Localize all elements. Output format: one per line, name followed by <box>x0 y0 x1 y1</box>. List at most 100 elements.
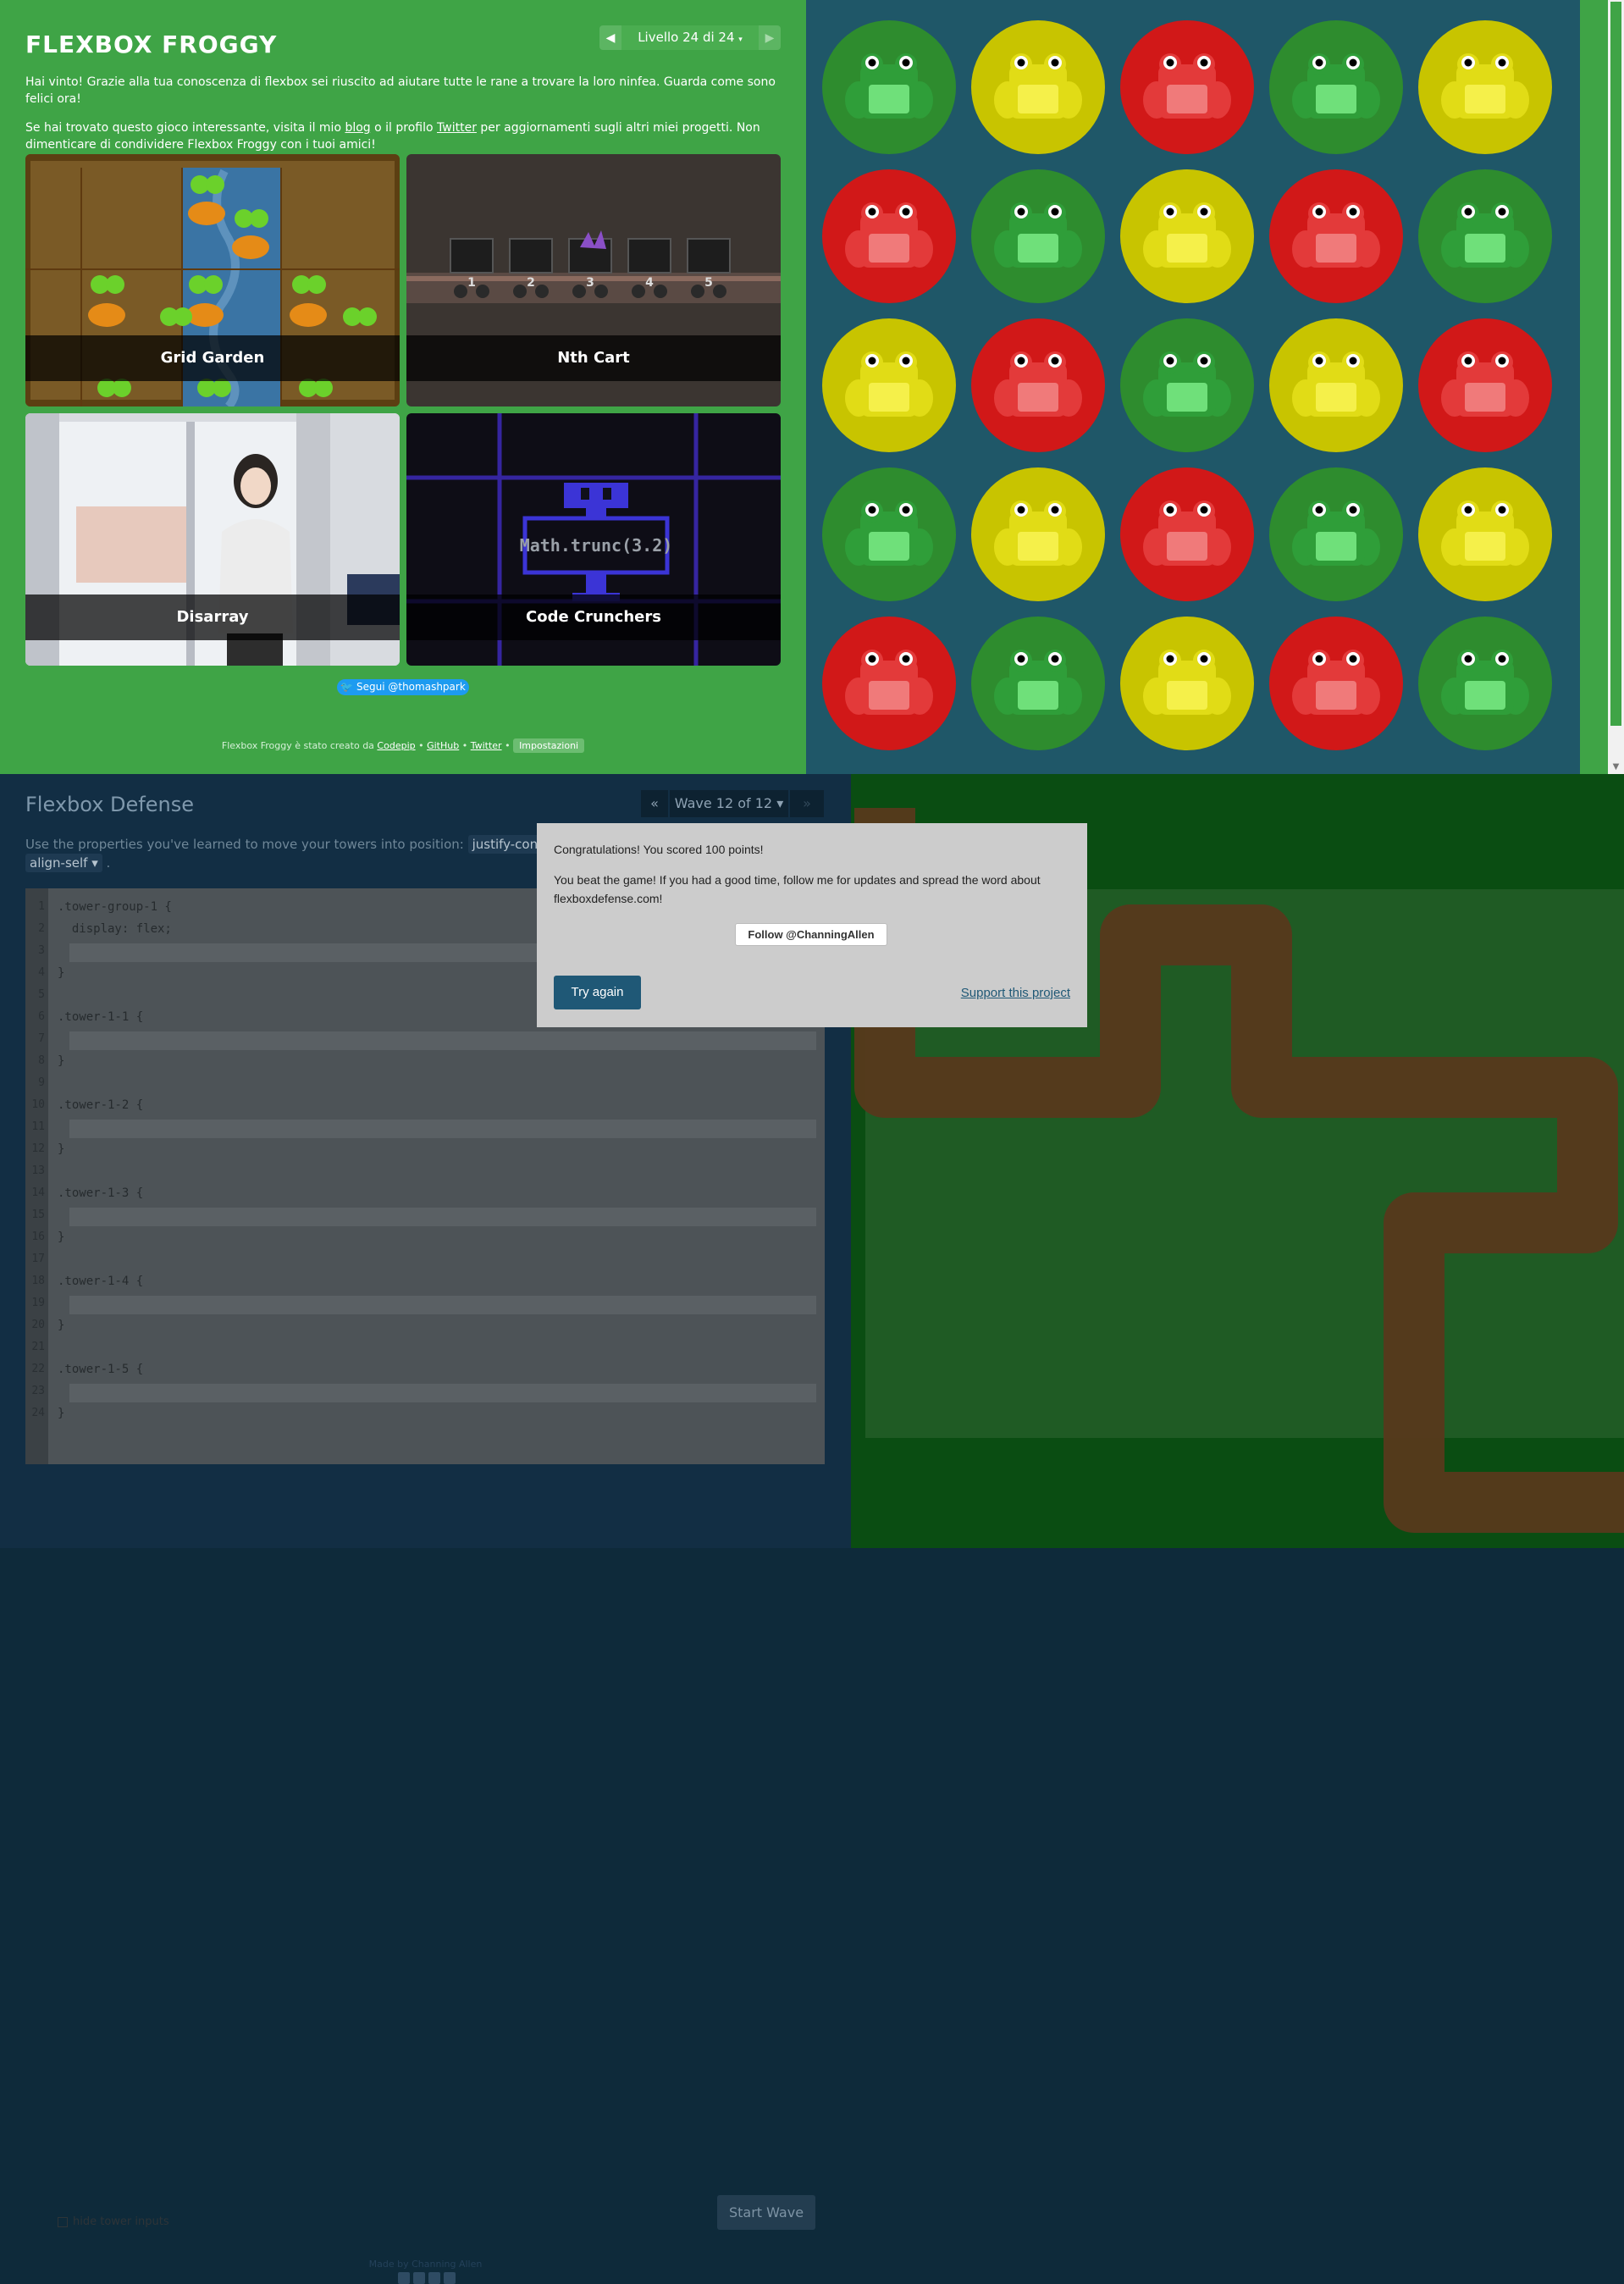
scroll-down-icon[interactable]: ▼ <box>1611 762 1621 772</box>
game-label: Code Crunchers <box>406 595 781 640</box>
level-selector[interactable]: ◀ Livello 24 di 24 ▾ ▶ <box>599 25 781 50</box>
yellow-frog <box>1292 351 1380 417</box>
wave-selector: « Wave 12 of 12 ▾ » <box>641 790 826 817</box>
line-number: 6 <box>38 1010 45 1023</box>
red-frog <box>1143 500 1231 566</box>
cart-number: 3 <box>586 276 594 290</box>
code-line: } <box>58 1142 65 1156</box>
line-number: 4 <box>38 966 45 979</box>
green-frog <box>1441 202 1529 268</box>
github-icon[interactable] <box>444 2272 456 2284</box>
green-frog <box>1143 351 1231 417</box>
line-number: 21 <box>31 1341 45 1353</box>
line-number: 10 <box>31 1098 45 1111</box>
next-wave-button[interactable]: » <box>790 790 824 817</box>
red-frog <box>1143 53 1231 119</box>
twitter-link[interactable]: Twitter <box>437 121 477 135</box>
scrollbar-thumb[interactable] <box>1610 2 1621 726</box>
game-tile-code-crunchers[interactable]: Math.trunc(3.2) Code Crunchers <box>406 413 781 666</box>
promo-message: Se hai trovato questo gioco interessante… <box>25 121 760 152</box>
codepip-link[interactable]: Codepip <box>377 740 415 751</box>
footer-twitter-link[interactable]: Twitter <box>471 740 502 751</box>
red-frog <box>1292 650 1380 715</box>
line-number: 23 <box>31 1385 45 1397</box>
other-games: Grid Garden 1 2 3 4 5 Nth Cart Disarray … <box>25 154 781 666</box>
line-number: 13 <box>31 1164 45 1177</box>
start-wave-button[interactable]: Start Wave <box>717 2195 815 2230</box>
css-input[interactable] <box>69 1296 816 1314</box>
line-number: 1 <box>38 900 45 913</box>
game-tile-grid-garden[interactable]: Grid Garden <box>25 154 400 406</box>
level-dropdown[interactable]: Livello 24 di 24 ▾ <box>621 25 759 50</box>
game-label: Grid Garden <box>25 335 400 381</box>
code-cruncher-expression: Math.trunc(3.2) <box>520 535 673 556</box>
css-input[interactable] <box>69 1031 816 1050</box>
red-frog <box>845 650 933 715</box>
settings-button[interactable]: Impostazioni <box>513 738 585 753</box>
cart-number: 4 <box>645 276 654 290</box>
caret-down-icon: ▾ <box>738 36 743 44</box>
hide-inputs-toggle[interactable]: hide tower inputs <box>58 2215 169 2228</box>
code-line: } <box>58 966 65 980</box>
pond <box>806 0 1580 774</box>
green-frog <box>845 53 933 119</box>
css-input[interactable] <box>69 1208 816 1226</box>
prev-level-button[interactable]: ◀ <box>599 25 621 50</box>
line-number: 8 <box>38 1054 45 1067</box>
game-tile-disarray[interactable]: Disarray <box>25 413 400 666</box>
support-link[interactable]: Support this project <box>961 986 1070 1000</box>
yellow-frog <box>1441 500 1529 566</box>
css-input[interactable] <box>69 1384 816 1402</box>
checkbox[interactable] <box>58 2216 68 2227</box>
code-line: .tower-1-4 { <box>58 1275 144 1288</box>
scrollbar[interactable]: ▲ ▼ <box>1608 0 1624 774</box>
github-link[interactable]: GitHub <box>427 740 459 751</box>
linkedin-icon[interactable] <box>428 2272 440 2284</box>
try-again-button[interactable]: Try again <box>554 976 641 1009</box>
green-frog <box>845 500 933 566</box>
game-label: Disarray <box>25 595 400 640</box>
score-message: Congratulations! You scored 100 points! <box>554 843 764 856</box>
line-number: 7 <box>38 1032 45 1045</box>
yellow-frog <box>1143 202 1231 268</box>
line-number: 24 <box>31 1407 45 1419</box>
css-input[interactable] <box>69 1120 816 1138</box>
green-frog <box>1441 650 1529 715</box>
made-by: Made by Channing Allen <box>368 2259 483 2270</box>
facebook-icon[interactable] <box>398 2272 410 2284</box>
code-line: .tower-1-3 { <box>58 1186 144 1200</box>
yellow-frog <box>845 351 933 417</box>
wave-dropdown[interactable]: Wave 12 of 12 ▾ <box>670 790 788 817</box>
froggy-panel: FLEXBOX FROGGY ◀ Livello 24 di 24 ▾ ▶ Ha… <box>0 0 806 774</box>
line-number: 18 <box>31 1275 45 1287</box>
beat-message: You beat the game! If you had a good tim… <box>554 873 1041 905</box>
code-line: } <box>58 1054 65 1068</box>
blog-link[interactable]: blog <box>345 121 370 135</box>
froggy-footer: Flexbox Froggy è stato creato da Codepip… <box>0 738 806 753</box>
green-frog <box>1292 53 1380 119</box>
code-line: .tower-group-1 { <box>58 900 172 914</box>
line-number: 14 <box>31 1186 45 1199</box>
triangle-right-icon: ▶ <box>765 30 775 45</box>
yellow-frog <box>1441 53 1529 119</box>
twitter-follow-button[interactable]: 🐦 Segui @thomashpark <box>337 679 469 695</box>
red-frog <box>1441 351 1529 417</box>
line-number: 20 <box>31 1319 45 1331</box>
twitter-bird-icon: 🐦 <box>340 681 354 693</box>
follow-button[interactable]: Follow @ChanningAllen <box>735 923 887 946</box>
yellow-frog <box>994 53 1082 119</box>
code-line: } <box>58 1319 65 1332</box>
cart-number: 5 <box>704 276 713 290</box>
prev-wave-button[interactable]: « <box>641 790 668 817</box>
code-line: .tower-1-5 { <box>58 1363 144 1376</box>
line-number: 19 <box>31 1297 45 1309</box>
game-tile-nth-cart[interactable]: 1 2 3 4 5 Nth Cart <box>406 154 781 406</box>
game-over-dialog: Congratulations! You scored 100 points! … <box>537 823 1087 1027</box>
next-level-button[interactable]: ▶ <box>759 25 781 50</box>
triangle-left-icon: ◀ <box>605 30 616 45</box>
align-self-keyword[interactable]: align-self ▾ <box>25 854 102 872</box>
line-number: 5 <box>38 988 45 1001</box>
green-frog <box>1292 500 1380 566</box>
twitter-icon[interactable] <box>413 2272 425 2284</box>
green-frog <box>994 202 1082 268</box>
